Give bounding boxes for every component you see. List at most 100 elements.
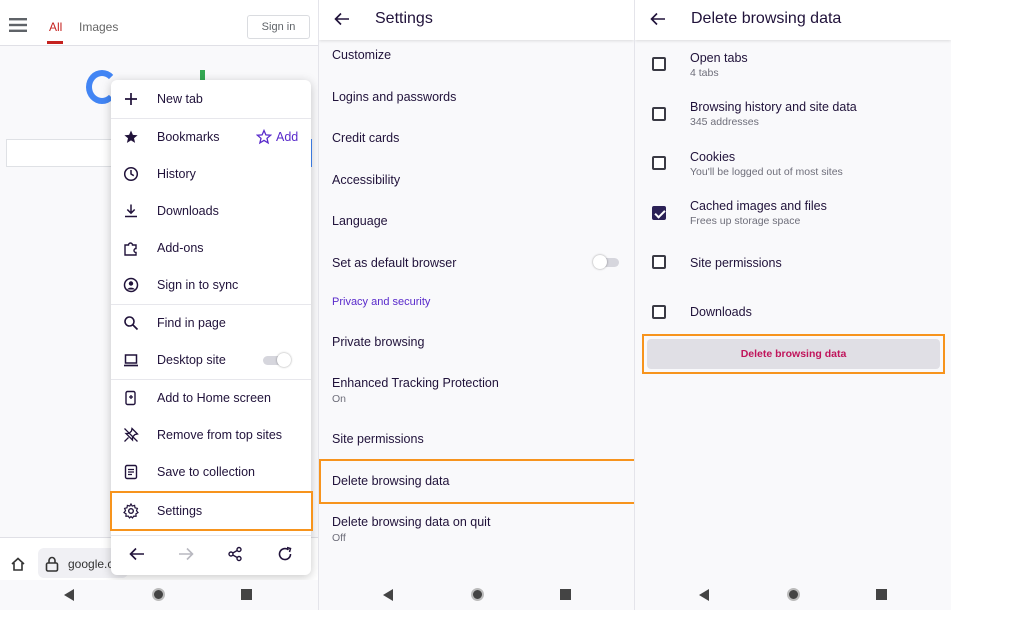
option-title: Downloads [690,305,752,319]
settings-item-default-browser[interactable]: Set as default browser [332,256,456,270]
menu-item-label: History [157,167,196,181]
menu-item-desktop-site[interactable]: Desktop site [111,342,311,378]
menu-item-label: Save to collection [157,465,255,479]
option-subtitle: 345 addresses [690,116,759,128]
settings-header: Settings [319,0,634,40]
default-browser-toggle[interactable] [593,255,619,269]
checkbox-browsing-history[interactable] [652,107,666,121]
settings-item-etp[interactable]: Enhanced Tracking Protection [332,376,499,390]
phone-add-icon [125,390,136,406]
back-arrow-icon[interactable] [333,11,351,27]
menu-item-add-to-home-screen[interactable]: Add to Home screen [111,380,311,416]
back-arrow-icon[interactable] [649,11,667,27]
search-icon [124,316,139,331]
desktop-site-toggle[interactable] [263,353,291,367]
menu-item-label: Desktop site [157,353,226,367]
menu-item-label: Downloads [157,204,219,218]
menu-item-label: New tab [157,92,203,106]
settings-panel: Settings Customize Logins and passwords … [318,0,634,610]
checkbox-downloads[interactable] [652,305,666,319]
option-subtitle: You'll be logged out of most sites [690,166,843,178]
menu-item-history[interactable]: History [111,156,311,192]
android-nav-bar [635,580,951,610]
tab-all[interactable]: All [49,20,62,34]
delete-browsing-data-panel: Delete browsing data Open tabs 4 tabs Br… [634,0,951,610]
settings-item-private-browsing[interactable]: Private browsing [332,335,424,349]
star-filled-icon [124,130,138,143]
option-title: Site permissions [690,256,782,270]
menu-item-label: Add to Home screen [157,391,271,405]
android-back-icon[interactable] [64,589,74,601]
settings-item-delete-on-quit[interactable]: Delete browsing data on quit [332,515,490,529]
menu-item-label: Find in page [157,316,226,330]
menu-item-remove-top-sites[interactable]: Remove from top sites [111,417,311,453]
page-title: Delete browsing data [691,10,842,27]
settings-item-accessibility[interactable]: Accessibility [332,173,400,187]
menu-item-label: Sign in to sync [157,278,239,292]
reload-icon[interactable] [277,546,293,562]
collection-icon [124,464,138,480]
delete-data-header: Delete browsing data [635,0,951,40]
menu-item-find-in-page[interactable]: Find in page [111,305,311,341]
option-subtitle: Frees up storage space [690,215,801,227]
menu-item-downloads[interactable]: Downloads [111,193,311,229]
menu-item-label: Remove from top sites [157,428,283,442]
settings-highlight-frame [110,491,313,531]
etp-status: On [332,393,347,405]
menu-item-add-ons[interactable]: Add-ons [111,230,311,266]
section-header-privacy: Privacy and security [332,296,431,308]
share-icon[interactable] [227,546,243,562]
sign-in-button[interactable]: Sign in [247,15,310,39]
delete-data-highlight-frame [319,459,634,504]
laptop-icon [124,354,138,367]
menu-item-bookmarks[interactable]: Bookmarks Add [111,119,311,155]
android-recents-icon[interactable] [876,589,887,600]
option-title: Cookies [690,150,736,164]
add-bookmark-button[interactable]: Add [256,128,306,148]
option-title: Cached images and files [690,199,827,213]
page-title: Settings [375,10,433,27]
add-bookmark-label: Add [276,130,299,144]
android-recents-icon[interactable] [241,589,252,600]
android-home-icon[interactable] [787,588,800,601]
option-title: Open tabs [690,51,748,65]
option-subtitle: 4 tabs [690,67,719,79]
back-arrow-icon[interactable] [128,546,146,562]
lock-icon [45,556,59,572]
checkbox-site-permissions[interactable] [652,255,666,269]
android-recents-icon[interactable] [560,589,571,600]
checkbox-cached-images[interactable] [652,206,666,220]
forward-arrow-icon[interactable] [177,546,195,562]
menu-item-label: Add-ons [157,241,204,255]
settings-item-site-permissions[interactable]: Site permissions [332,432,424,446]
download-icon [125,204,137,218]
tab-all-underline [47,41,63,44]
menu-item-new-tab[interactable]: New tab [111,81,311,117]
star-outline-icon [256,129,272,145]
home-icon[interactable] [10,556,26,572]
android-back-icon[interactable] [699,589,709,601]
option-title: Browsing history and site data [690,100,857,114]
delete-button-highlight-frame [642,334,945,374]
checkbox-open-tabs[interactable] [652,57,666,71]
settings-item-credit-cards[interactable]: Credit cards [332,131,399,145]
menu-navigation-row [111,535,311,575]
account-icon [123,277,139,293]
puzzle-piece-icon [124,242,137,256]
android-nav-bar [319,580,634,610]
clock-icon [123,166,139,182]
checkbox-cookies[interactable] [652,156,666,170]
android-home-icon[interactable] [471,588,484,601]
settings-item-logins[interactable]: Logins and passwords [332,90,456,104]
menu-item-sign-in-sync[interactable]: Sign in to sync [111,267,311,303]
menu-item-label: Bookmarks [157,130,220,144]
tab-images[interactable]: Images [79,20,118,34]
browser-menu-panel: All Images Sign in google.c New tab Book… [0,0,318,610]
menu-item-save-to-collection[interactable]: Save to collection [111,454,311,490]
android-back-icon[interactable] [383,589,393,601]
android-home-icon[interactable] [152,588,165,601]
hamburger-menu-icon[interactable] [9,18,27,32]
settings-item-language[interactable]: Language [332,214,388,228]
address-bar-url: google.c [68,557,114,571]
settings-item-customize[interactable]: Customize [332,48,391,62]
